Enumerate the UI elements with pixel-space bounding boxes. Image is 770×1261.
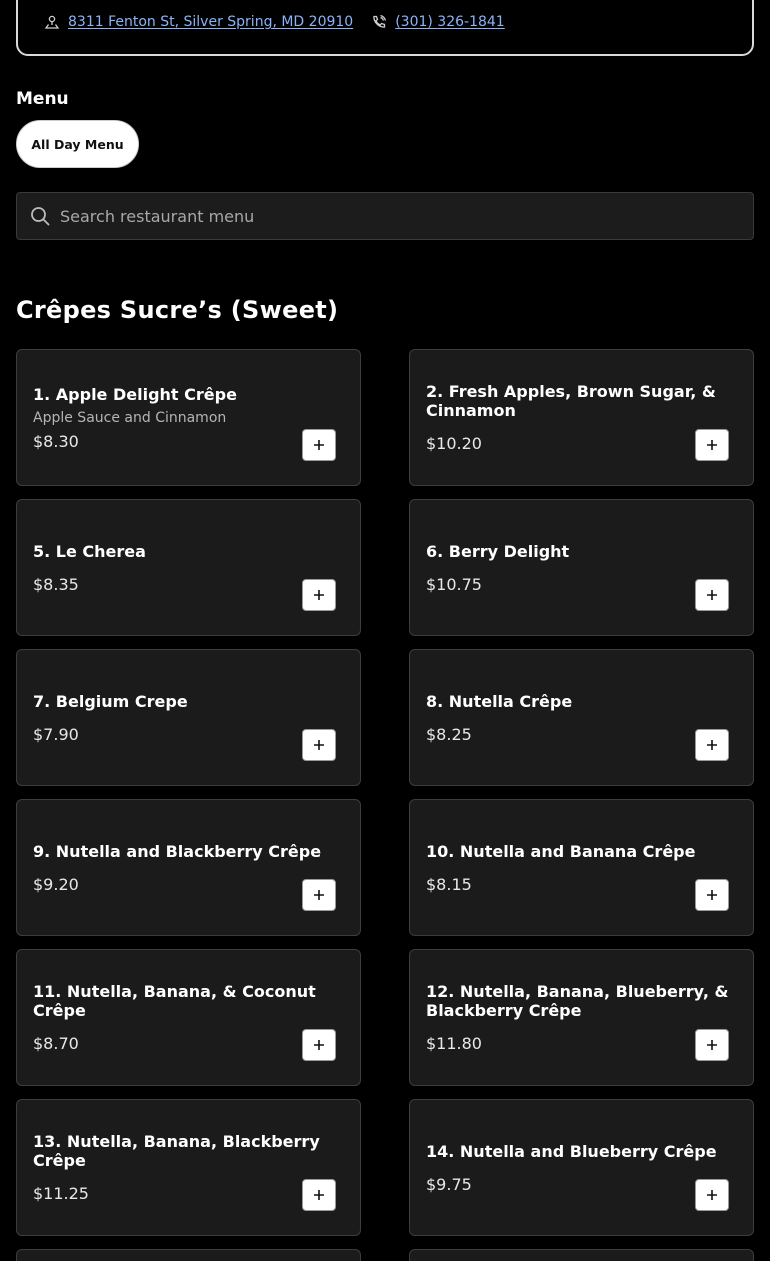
menu-item-card[interactable]: 11. Nutella, Banana, & Coconut Crêpe $8.… (16, 949, 361, 1086)
menu-item-card[interactable]: 10. Nutella and Banana Crêpe $8.15 (409, 799, 754, 936)
menu-item-card[interactable]: 14. Nutella and Blueberry Crêpe $9.75 (409, 1099, 754, 1236)
plus-icon (314, 1040, 324, 1050)
add-item-button[interactable] (695, 879, 729, 911)
add-item-button[interactable] (302, 429, 336, 461)
plus-icon (314, 890, 324, 900)
menu-item-card[interactable]: 2. Fresh Apples, Brown Sugar, & Cinnamon… (409, 349, 754, 486)
item-name: 7. Belgium Crepe (33, 691, 188, 711)
menu-item-card[interactable]: 8. Nutella Crêpe $8.25 (409, 649, 754, 786)
menu-item-card-partial[interactable] (409, 1249, 754, 1261)
item-price: $10.75 (426, 574, 482, 594)
plus-icon (707, 590, 717, 600)
add-item-button[interactable] (695, 1029, 729, 1061)
menu-item-card[interactable]: 7. Belgium Crepe $7.90 (16, 649, 361, 786)
plus-icon (314, 440, 324, 450)
add-item-button[interactable] (302, 729, 336, 761)
item-name: 6. Berry Delight (426, 541, 570, 561)
add-item-button[interactable] (695, 429, 729, 461)
item-name: 5. Le Cherea (33, 541, 146, 561)
item-price: $11.80 (426, 1034, 482, 1053)
item-name: 13. Nutella, Banana, Blackberry Crêpe (33, 1132, 320, 1170)
plus-icon (314, 1190, 324, 1200)
menu-item-card[interactable]: 12. Nutella, Banana, Blueberry, & Blackb… (409, 949, 754, 1086)
menu-item-card[interactable]: 13. Nutella, Banana, Blackberry Crêpe $1… (16, 1099, 361, 1236)
plus-icon (707, 440, 717, 450)
location-pin-icon (44, 14, 60, 30)
item-description: Apple Sauce and Cinnamon (33, 409, 227, 426)
item-name: 9. Nutella and Blackberry Crêpe (33, 841, 322, 861)
search-input[interactable] (60, 206, 753, 226)
menu-heading: Menu (16, 89, 69, 109)
add-item-button[interactable] (302, 1029, 336, 1061)
restaurant-info-card: 8311 Fenton St, Silver Spring, MD 20910 … (16, 0, 754, 56)
section-title: Crêpes Sucre’s (Sweet) (16, 296, 339, 324)
search-icon (29, 205, 51, 227)
plus-icon (707, 1040, 717, 1050)
address-link[interactable]: 8311 Fenton St, Silver Spring, MD 20910 (68, 14, 353, 30)
contact-row: 8311 Fenton St, Silver Spring, MD 20910 … (44, 14, 505, 30)
plus-icon (314, 740, 324, 750)
menu-items-grid: 1. Apple Delight Crêpe Apple Sauce and C… (16, 349, 754, 1261)
item-price: $8.30 (33, 431, 79, 451)
plus-icon (707, 740, 717, 750)
menu-item-card[interactable]: 1. Apple Delight Crêpe Apple Sauce and C… (16, 349, 361, 486)
add-item-button[interactable] (695, 1179, 729, 1211)
item-price: $10.20 (426, 434, 482, 453)
item-price: $7.90 (33, 724, 79, 744)
add-item-button[interactable] (302, 579, 336, 611)
item-price: $8.15 (426, 874, 472, 894)
menu-item-card[interactable]: 5. Le Cherea $8.35 (16, 499, 361, 636)
menu-search-bar[interactable] (16, 192, 754, 240)
phone-icon (371, 14, 387, 30)
menu-item-card[interactable]: 6. Berry Delight $10.75 (409, 499, 754, 636)
add-item-button[interactable] (302, 1179, 336, 1211)
item-price: $8.25 (426, 724, 472, 744)
menu-item-card[interactable]: 9. Nutella and Blackberry Crêpe $9.20 (16, 799, 361, 936)
phone-link[interactable]: (301) 326-1841 (395, 14, 505, 30)
add-item-button[interactable] (302, 879, 336, 911)
item-name: 1. Apple Delight Crêpe (33, 384, 237, 404)
plus-icon (707, 1190, 717, 1200)
item-name: 11. Nutella, Banana, & Coconut Crêpe (33, 982, 316, 1020)
plus-icon (314, 590, 324, 600)
item-price: $8.70 (33, 1034, 79, 1053)
item-name: 14. Nutella and Blueberry Crêpe (426, 1141, 717, 1161)
item-name: 10. Nutella and Banana Crêpe (426, 841, 696, 861)
item-price: $9.75 (426, 1174, 472, 1194)
item-name: 8. Nutella Crêpe (426, 691, 573, 711)
item-price: $9.20 (33, 874, 79, 894)
plus-icon (707, 890, 717, 900)
item-name: 12. Nutella, Banana, Blueberry, & Blackb… (426, 982, 729, 1020)
tab-all-day-menu[interactable]: All Day Menu (16, 120, 139, 168)
item-name: 2. Fresh Apples, Brown Sugar, & Cinnamon (426, 382, 716, 420)
add-item-button[interactable] (695, 579, 729, 611)
item-price: $8.35 (33, 574, 79, 594)
add-item-button[interactable] (695, 729, 729, 761)
item-price: $11.25 (33, 1184, 89, 1203)
menu-item-card-partial[interactable] (16, 1249, 361, 1261)
